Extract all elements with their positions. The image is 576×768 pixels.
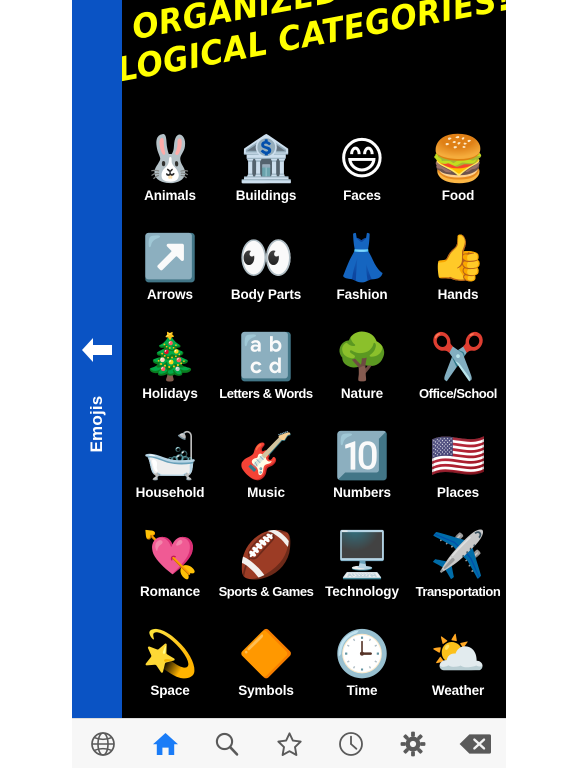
- bathtub-icon: 🛁: [141, 429, 199, 482]
- category-cell[interactable]: 🍔 Food: [410, 126, 506, 225]
- category-label: Animals: [144, 188, 196, 203]
- category-cell[interactable]: 😄 Faces: [314, 126, 410, 225]
- toolbar-button-home[interactable]: [143, 723, 187, 765]
- category-cell[interactable]: 🔟 Numbers: [314, 423, 410, 522]
- category-label: Nature: [340, 386, 384, 401]
- tree-icon: 🌳: [333, 330, 391, 383]
- category-cell[interactable]: 👗 Fashion: [314, 225, 410, 324]
- rabbit-face-icon: 🐰: [141, 132, 199, 185]
- category-label: Technology: [325, 584, 399, 599]
- category-label: Places: [436, 485, 480, 500]
- category-label: Household: [135, 485, 205, 500]
- desktop-computer-icon: 🖥️: [333, 528, 391, 581]
- category-cell[interactable]: ↗️ Arrows: [122, 225, 218, 324]
- category-label: Body Parts: [230, 287, 302, 302]
- orange-diamond-icon: 🔶: [237, 627, 295, 680]
- bottom-toolbar: [72, 718, 506, 768]
- app-frame: Emojis ORGANIZED INTO LOGICAL CATEGORIES…: [72, 0, 506, 768]
- sun-behind-cloud-icon: ⛅: [429, 627, 487, 680]
- scissors-icon: ✂️: [429, 330, 487, 383]
- us-flag-icon: 🇺🇸: [429, 429, 487, 482]
- football-icon: 🏈: [237, 528, 295, 581]
- category-cell[interactable]: 🐰 Animals: [122, 126, 218, 225]
- thumbs-up-icon: 👍: [429, 231, 487, 284]
- category-cell[interactable]: 🎄 Holidays: [122, 324, 218, 423]
- toolbar-button-recents[interactable]: [329, 723, 373, 765]
- category-label: Sports & Games: [218, 584, 314, 599]
- gear-icon: [400, 731, 426, 757]
- category-label: Weather: [431, 683, 485, 698]
- category-label: Music: [247, 485, 285, 500]
- promo-line-1: ORGANIZED INTO: [129, 0, 441, 48]
- clock-icon: 🕒: [333, 627, 391, 680]
- christmas-tree-icon: 🎄: [141, 330, 199, 383]
- category-label: Romance: [139, 584, 201, 599]
- category-label: Faces: [343, 188, 381, 203]
- dizzy-star-icon: 💫: [141, 627, 199, 680]
- toolbar-button-delete[interactable]: [453, 723, 497, 765]
- category-cell[interactable]: 🔶 Symbols: [218, 621, 314, 718]
- category-label: Transportation: [415, 584, 501, 599]
- category-label: Space: [150, 683, 190, 698]
- toolbar-button-settings[interactable]: [391, 723, 435, 765]
- category-label: Office/School: [419, 386, 497, 401]
- search-icon: [214, 731, 240, 757]
- category-cell[interactable]: 🕒 Time: [314, 621, 410, 718]
- category-cell[interactable]: 🖥️ Technology: [314, 522, 410, 621]
- heart-with-arrow-icon: 💘: [141, 528, 199, 581]
- category-cell[interactable]: 👀 Body Parts: [218, 225, 314, 324]
- grinning-face-icon: 😄: [338, 132, 386, 185]
- toolbar-button-browse[interactable]: [81, 723, 125, 765]
- toolbar-button-search[interactable]: [205, 723, 249, 765]
- sidebar: Emojis: [72, 0, 122, 718]
- category-label: Holidays: [142, 386, 198, 401]
- promo-line-2: LOGICAL CATEGORIES!: [122, 0, 506, 91]
- category-label: Hands: [437, 287, 479, 302]
- up-right-arrow-icon: ↗️: [141, 231, 199, 284]
- star-icon: [276, 731, 303, 757]
- category-cell[interactable]: 🇺🇸 Places: [410, 423, 506, 522]
- category-cell[interactable]: 🏦 Buildings: [218, 126, 314, 225]
- category-cell[interactable]: ⛅ Weather: [410, 621, 506, 718]
- category-label: Time: [346, 683, 378, 698]
- category-cell[interactable]: 🛁 Household: [122, 423, 218, 522]
- category-grid: 🐰 Animals 🏦 Buildings 😄 Faces 🍔 Food ↗️ Arrows 👀 Bo…: [122, 126, 506, 718]
- guitar-icon: 🎸: [237, 429, 295, 482]
- category-label: Letters & Words: [219, 386, 313, 401]
- category-cell[interactable]: 👍 Hands: [410, 225, 506, 324]
- category-cell[interactable]: 🔡 Letters & Words: [218, 324, 314, 423]
- category-cell[interactable]: 💫 Space: [122, 621, 218, 718]
- left-arrow-icon[interactable]: [79, 336, 115, 364]
- category-label: Buildings: [235, 188, 297, 203]
- clock-icon: [338, 731, 364, 757]
- globe-icon: [90, 731, 116, 757]
- category-cell[interactable]: ✈️ Transportation: [410, 522, 506, 621]
- eyes-icon: 👀: [237, 231, 295, 284]
- category-label: Food: [441, 188, 475, 203]
- dress-icon: 👗: [333, 231, 391, 284]
- category-cell[interactable]: 🌳 Nature: [314, 324, 410, 423]
- category-label: Numbers: [333, 485, 391, 500]
- home-icon: [152, 731, 179, 757]
- sidebar-title: Emojis: [87, 395, 106, 453]
- category-label: Arrows: [147, 287, 193, 302]
- category-content-pane: ORGANIZED INTO LOGICAL CATEGORIES! 🐰 Anim…: [122, 0, 506, 718]
- category-cell[interactable]: 🏈 Sports & Games: [218, 522, 314, 621]
- abc-input-icon: 🔡: [237, 330, 295, 383]
- keycap-ten-icon: 🔟: [333, 429, 391, 482]
- hamburger-icon: 🍔: [429, 132, 487, 185]
- category-label: Symbols: [238, 683, 294, 698]
- promo-banner: ORGANIZED INTO LOGICAL CATEGORIES!: [122, 0, 506, 91]
- category-label: Fashion: [336, 287, 388, 302]
- airplane-icon: ✈️: [429, 528, 487, 581]
- category-cell[interactable]: 💘 Romance: [122, 522, 218, 621]
- category-cell[interactable]: 🎸 Music: [218, 423, 314, 522]
- backspace-icon: [459, 733, 491, 755]
- toolbar-button-favorites[interactable]: [267, 723, 311, 765]
- bank-building-icon: 🏦: [237, 132, 295, 185]
- category-cell[interactable]: ✂️ Office/School: [410, 324, 506, 423]
